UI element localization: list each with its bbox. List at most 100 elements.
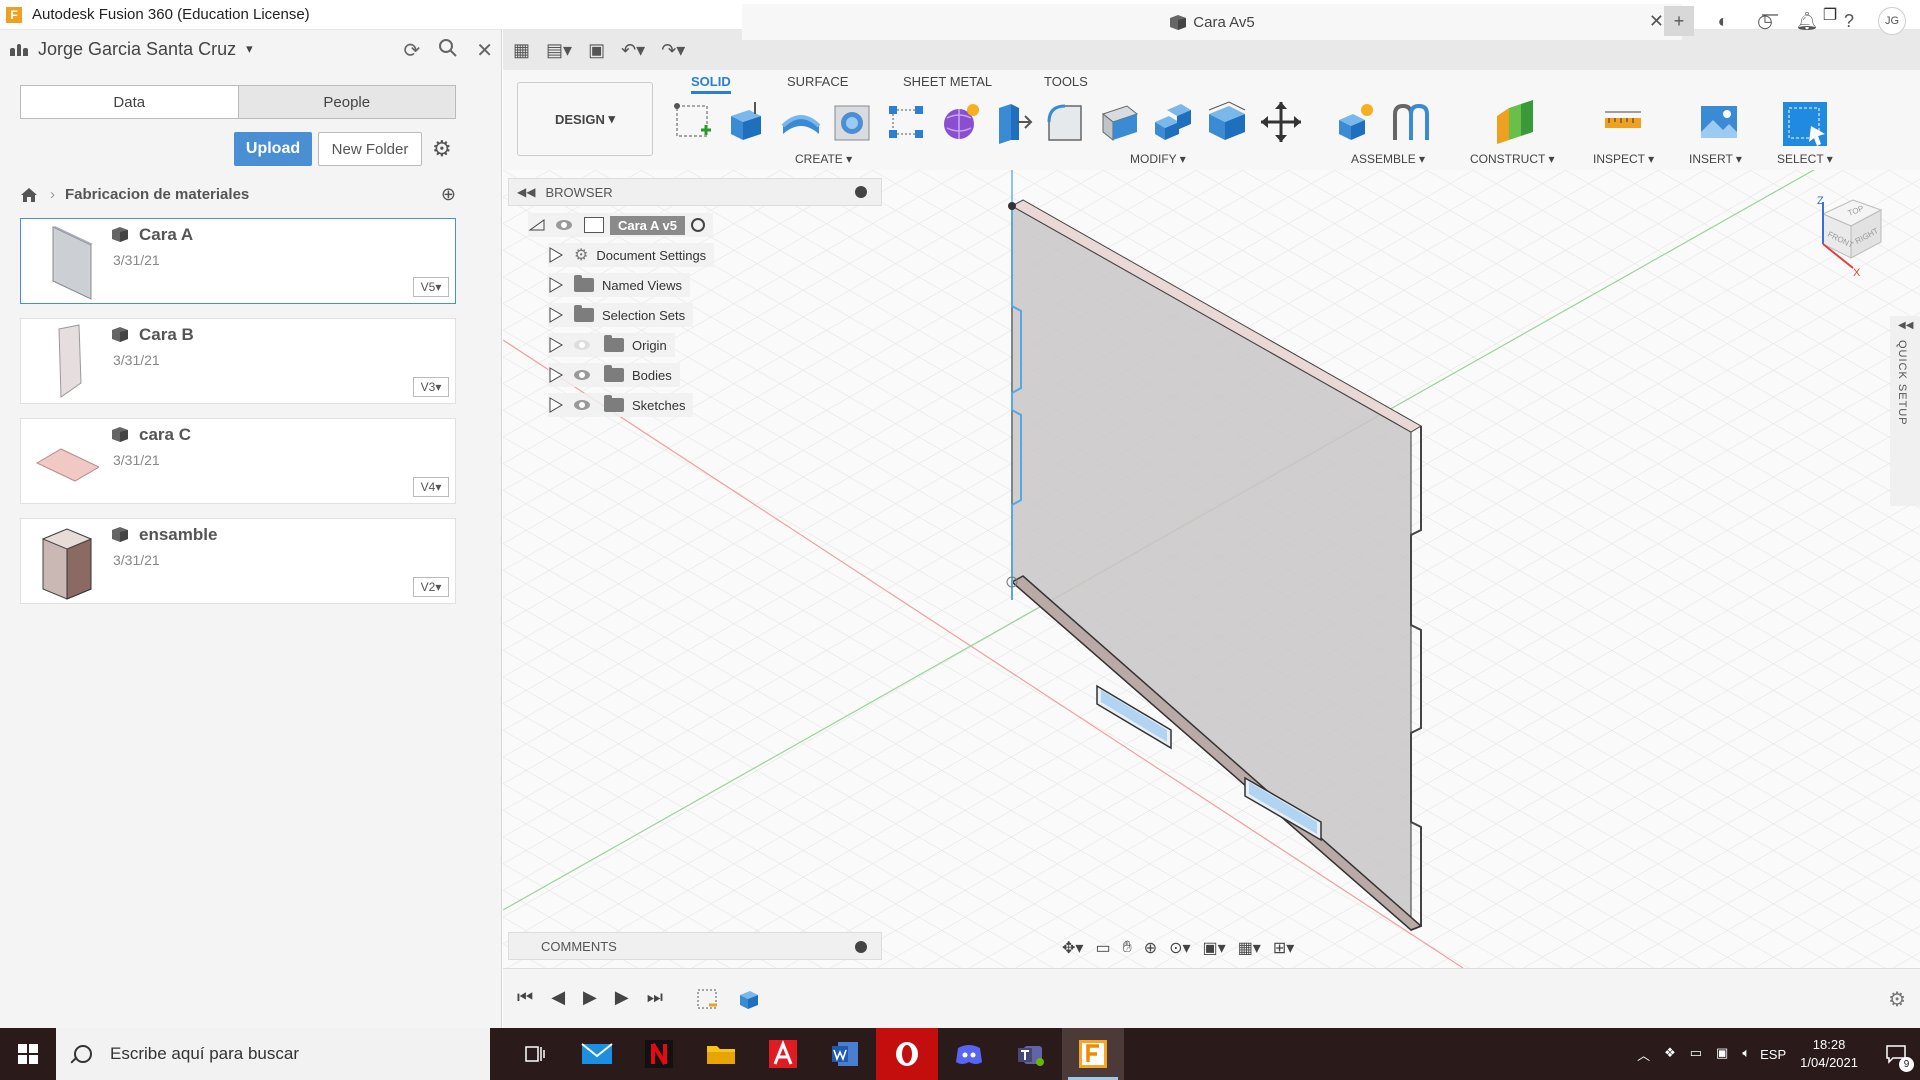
file-card[interactable]: ensamble 3/31/21 V2 ▾ xyxy=(20,518,456,604)
tab-tools[interactable]: TOOLS xyxy=(1044,74,1088,89)
gear-icon[interactable]: ⚙ xyxy=(432,136,452,162)
language-indicator[interactable]: ESP xyxy=(1760,1047,1786,1062)
tree-item-document-settings[interactable]: ⚙ Document Settings xyxy=(548,243,715,267)
file-card[interactable]: cara C 3/31/21 V4 ▾ xyxy=(20,418,456,504)
hole-icon[interactable] xyxy=(831,100,875,144)
timeline-sketch-feature-icon[interactable] xyxy=(695,987,719,1011)
collapse-icon[interactable]: ◀◀ xyxy=(1898,320,1913,331)
tree-item-sketches[interactable]: Sketches xyxy=(548,393,694,417)
step-back-icon[interactable]: ◀ xyxy=(551,987,565,1011)
activate-radio-icon[interactable] xyxy=(691,218,706,232)
fusion-360-app-icon[interactable] xyxy=(1062,1028,1124,1080)
hidden-eye-icon[interactable] xyxy=(574,340,590,350)
timeline-extrude-feature-icon[interactable] xyxy=(737,987,761,1011)
file-explorer-icon[interactable] xyxy=(690,1028,752,1080)
go-to-start-icon[interactable]: ⏮ xyxy=(517,987,533,1011)
task-view-icon[interactable] xyxy=(504,1028,566,1080)
autocad-app-icon[interactable] xyxy=(752,1028,814,1080)
breadcrumb-folder[interactable]: Fabricacion de materiales xyxy=(65,186,249,203)
visibility-eye-icon[interactable] xyxy=(556,220,572,230)
pattern-icon[interactable] xyxy=(885,100,929,144)
tab-surface[interactable]: SURFACE xyxy=(787,74,848,89)
offset-face-icon[interactable] xyxy=(1205,100,1249,144)
save-icon[interactable]: ▣ xyxy=(588,40,605,61)
battery-icon[interactable]: ▭ xyxy=(1690,1045,1702,1064)
press-pull-icon[interactable] xyxy=(989,100,1033,144)
start-windows-icon[interactable] xyxy=(0,1028,56,1080)
3d-viewport[interactable]: TOP FRONT RIGHT Z X xyxy=(503,170,1920,968)
move-icon[interactable] xyxy=(1259,100,1303,144)
insert-menu[interactable]: INSERT ▾ xyxy=(1689,152,1742,166)
pan-hand-icon[interactable]: ✋︎ xyxy=(1123,939,1132,957)
tree-item-bodies[interactable]: Bodies xyxy=(548,363,680,387)
expand-triangle-icon[interactable] xyxy=(548,276,564,294)
new-component-icon[interactable] xyxy=(1335,100,1379,144)
apps-grid-icon[interactable]: ▦ xyxy=(513,40,530,61)
volume-icon[interactable]: 🔈︎ xyxy=(1742,1045,1750,1064)
quick-setup-panel[interactable]: ◀◀ QUICK SETUP xyxy=(1890,316,1920,506)
expand-triangle-icon[interactable] xyxy=(548,246,564,264)
joint-icon[interactable] xyxy=(1389,100,1433,144)
revolve-icon[interactable] xyxy=(779,100,823,144)
browser-panel-header[interactable]: ◀◀ BROWSER xyxy=(508,178,882,206)
close-tab-icon[interactable]: ✕ xyxy=(1649,11,1664,32)
tab-data[interactable]: Data xyxy=(21,86,238,118)
expand-triangle-icon[interactable] xyxy=(548,336,564,354)
version-dropdown[interactable]: V4 ▾ xyxy=(413,477,449,497)
clock[interactable]: 18:28 1/04/2021 xyxy=(1800,1036,1858,1072)
modify-menu[interactable]: MODIFY ▾ xyxy=(1130,152,1186,166)
viewports-icon[interactable]: ⊞▾ xyxy=(1273,938,1294,958)
step-forward-icon[interactable]: ▶ xyxy=(615,987,629,1011)
help-icon[interactable]: ? xyxy=(1836,8,1862,34)
display-settings-icon[interactable]: ▣▾ xyxy=(1203,938,1226,958)
file-menu-icon[interactable]: ▤▾ xyxy=(546,40,572,61)
visibility-eye-icon[interactable] xyxy=(574,370,590,380)
orbit-icon[interactable]: ✥▾ xyxy=(1062,938,1083,958)
user-name[interactable]: Jorge Garcia Santa Cruz xyxy=(38,39,236,60)
visibility-eye-icon[interactable] xyxy=(574,400,590,410)
play-icon[interactable]: ▶ xyxy=(583,987,597,1011)
word-app-icon[interactable] xyxy=(814,1028,876,1080)
file-card[interactable]: Cara A 3/31/21 V5 ▾ xyxy=(20,218,456,304)
file-card[interactable]: Cara B 3/31/21 V3 ▾ xyxy=(20,318,456,404)
discord-app-icon[interactable] xyxy=(938,1028,1000,1080)
offset-plane-icon[interactable] xyxy=(1493,100,1537,144)
add-comment-icon[interactable] xyxy=(855,941,867,953)
network-icon[interactable]: ▣ xyxy=(1716,1045,1728,1064)
select-menu[interactable]: SELECT ▾ xyxy=(1777,152,1833,166)
collapse-triangle-icon[interactable] xyxy=(528,218,546,232)
tree-item-named-views[interactable]: Named Views xyxy=(548,273,690,297)
mail-app-icon[interactable] xyxy=(566,1028,628,1080)
home-icon[interactable] xyxy=(20,187,38,203)
shell-icon[interactable] xyxy=(1097,100,1141,144)
netflix-app-icon[interactable] xyxy=(628,1028,690,1080)
create-form-icon[interactable] xyxy=(939,100,983,144)
pin-icon[interactable] xyxy=(855,186,867,198)
version-dropdown[interactable]: V5 ▾ xyxy=(413,277,449,297)
select-icon[interactable] xyxy=(1781,100,1829,148)
create-menu[interactable]: CREATE ▾ xyxy=(795,152,852,166)
construct-menu[interactable]: CONSTRUCT ▾ xyxy=(1470,152,1554,166)
tab-sheet-metal[interactable]: SHEET METAL xyxy=(903,74,992,89)
avatar[interactable]: JG xyxy=(1878,7,1906,35)
teams-app-icon[interactable] xyxy=(1000,1028,1062,1080)
tab-people[interactable]: People xyxy=(237,86,455,118)
new-folder-button[interactable]: New Folder xyxy=(318,132,422,166)
extrude-icon[interactable] xyxy=(725,100,769,144)
go-to-end-icon[interactable]: ⏭ xyxy=(647,987,663,1011)
fit-icon[interactable]: ⊙▾ xyxy=(1169,938,1190,958)
document-tab[interactable]: Cara Av5 ✕ xyxy=(742,4,1682,40)
combine-icon[interactable] xyxy=(1151,100,1195,144)
zoom-icon[interactable]: ⊕ xyxy=(1144,938,1157,958)
assemble-menu[interactable]: ASSEMBLE ▾ xyxy=(1351,152,1425,166)
inspect-menu[interactable]: INSPECT ▾ xyxy=(1593,152,1654,166)
refresh-icon[interactable]: ⟳ xyxy=(403,38,420,64)
new-tab-plus-icon[interactable]: + xyxy=(1664,6,1694,36)
look-at-icon[interactable]: ▭ xyxy=(1095,938,1110,958)
tree-item-origin[interactable]: Origin xyxy=(548,333,675,357)
expand-triangle-icon[interactable] xyxy=(548,366,564,384)
tree-item-selection-sets[interactable]: Selection Sets xyxy=(548,303,694,327)
expand-triangle-icon[interactable] xyxy=(548,306,564,324)
comments-panel[interactable]: COMMENTS xyxy=(508,932,882,960)
undo-icon[interactable]: ↶▾ xyxy=(621,40,645,61)
